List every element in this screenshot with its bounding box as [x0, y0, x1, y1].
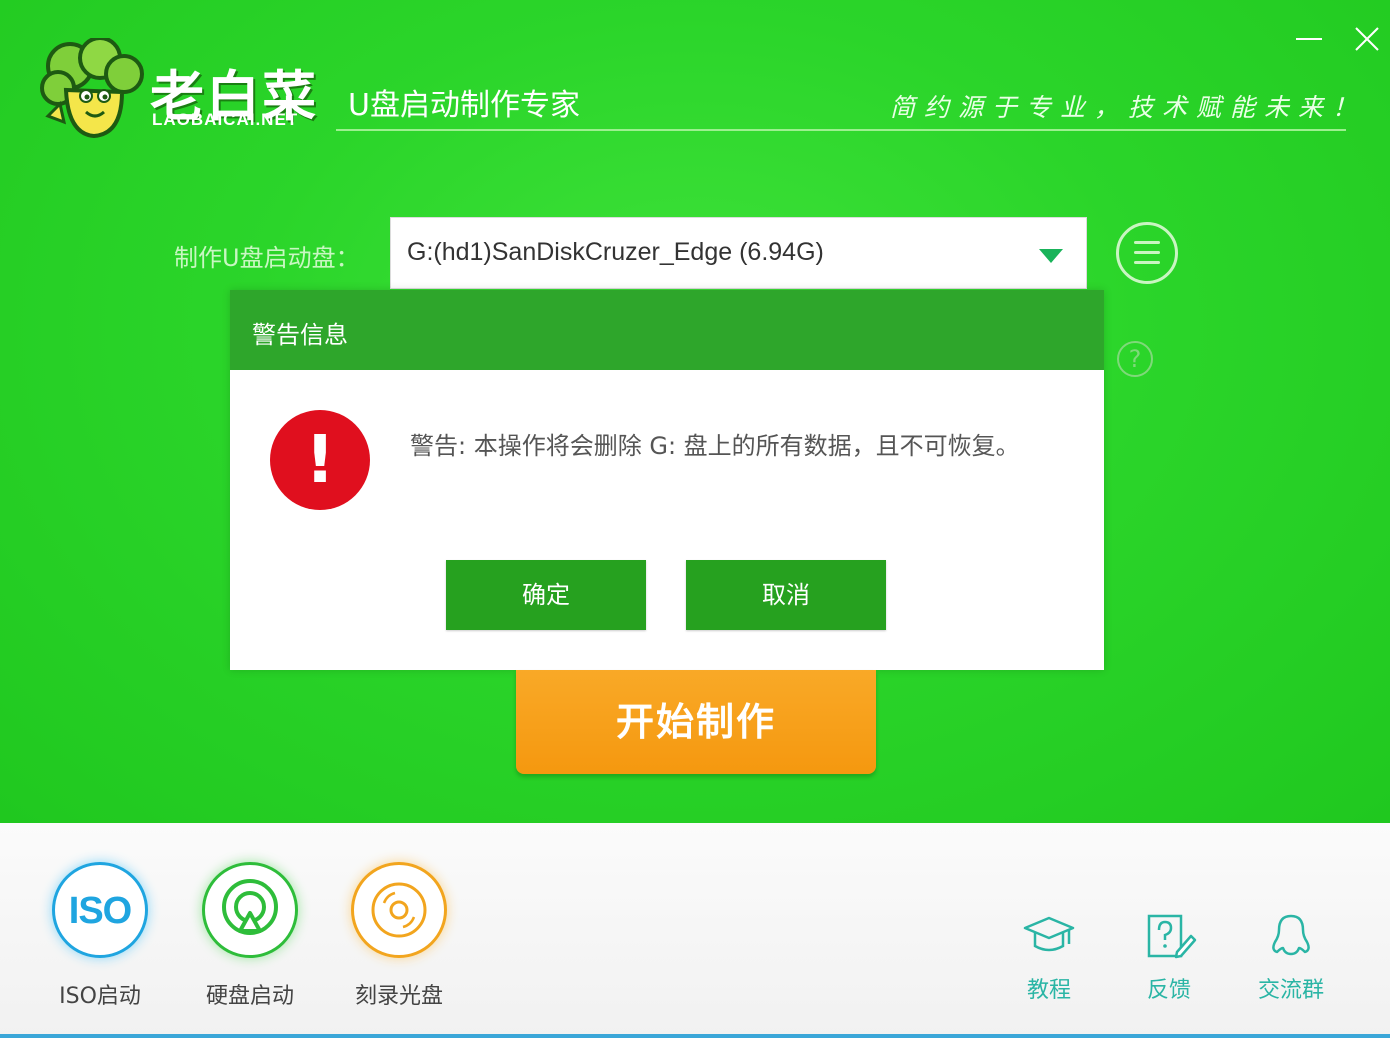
feedback-link[interactable]: 反馈: [1124, 912, 1214, 1004]
burn-cd-label: 刻录光盘: [354, 984, 443, 1009]
device-selected-value: G:(hd1)SanDiskCruzer_Edge (6.94G): [407, 238, 824, 266]
feedback-icon: [1147, 914, 1197, 959]
cd-icon[interactable]: [351, 862, 447, 958]
cabbage-logo-icon: [40, 38, 144, 139]
hdd-boot-label: 硬盘启动: [205, 984, 294, 1009]
dialog-title: 警告信息: [252, 321, 348, 349]
warning-message: 警告: 本操作将会删除 G: 盘上的所有数据，且不可恢复。: [410, 432, 1020, 460]
chat-group-link[interactable]: 交流群: [1246, 912, 1336, 1004]
hdd-boot-icon: [222, 879, 278, 935]
app-subtitle: U盘启动制作专家: [348, 88, 580, 123]
menu-button[interactable]: [1116, 222, 1178, 284]
graduation-cap-icon: [1023, 916, 1075, 952]
device-select[interactable]: G:(hd1)SanDiskCruzer_Edge (6.94G): [390, 217, 1087, 289]
chat-group-label: 交流群: [1257, 978, 1324, 1003]
minimize-button[interactable]: —: [1292, 22, 1326, 56]
iso-icon-text: ISO: [68, 890, 132, 932]
device-label: 制作U盘启动盘：: [174, 244, 360, 272]
confirm-button[interactable]: 确定: [446, 560, 646, 630]
help-icon[interactable]: ?: [1117, 341, 1153, 377]
menu-line-icon: [1134, 251, 1160, 254]
burn-cd-tool[interactable]: 刻录光盘: [349, 862, 449, 1010]
tutorial-label: 教程: [1026, 978, 1071, 1003]
iso-icon[interactable]: ISO: [52, 862, 148, 958]
header-divider: [336, 129, 1346, 131]
warning-icon: !: [270, 410, 370, 510]
feedback-label: 反馈: [1146, 978, 1191, 1003]
close-button[interactable]: ✕: [1350, 22, 1384, 56]
qq-penguin-icon: [1272, 914, 1310, 956]
iso-boot-tool[interactable]: ISO ISO启动: [50, 862, 150, 1010]
bottom-border: [0, 1034, 1390, 1038]
start-make-button[interactable]: 开始制作: [516, 670, 876, 774]
slogan: 简约源于专业，技术赋能未来！: [890, 93, 1367, 122]
hdd-boot-tool[interactable]: 硬盘启动: [200, 862, 300, 1010]
cancel-button[interactable]: 取消: [686, 560, 886, 630]
hdd-icon[interactable]: [202, 862, 298, 958]
menu-line-icon: [1134, 261, 1160, 264]
iso-boot-label: ISO启动: [59, 984, 141, 1009]
disc-icon: [371, 882, 427, 938]
dropdown-arrow-icon[interactable]: [1039, 249, 1063, 263]
dialog-title-bar: 警告信息: [230, 290, 1104, 370]
app-window: 老白菜 LAOBAICAI.NET U盘启动制作专家 简约源于专业，技术赋能未来…: [0, 0, 1390, 1038]
warning-dialog: 警告信息 ! 警告: 本操作将会删除 G: 盘上的所有数据，且不可恢复。 确定 …: [230, 290, 1104, 670]
menu-line-icon: [1134, 241, 1160, 244]
brand-domain: LAOBAICAI.NET: [152, 110, 299, 129]
tutorial-link[interactable]: 教程: [1004, 912, 1094, 1004]
